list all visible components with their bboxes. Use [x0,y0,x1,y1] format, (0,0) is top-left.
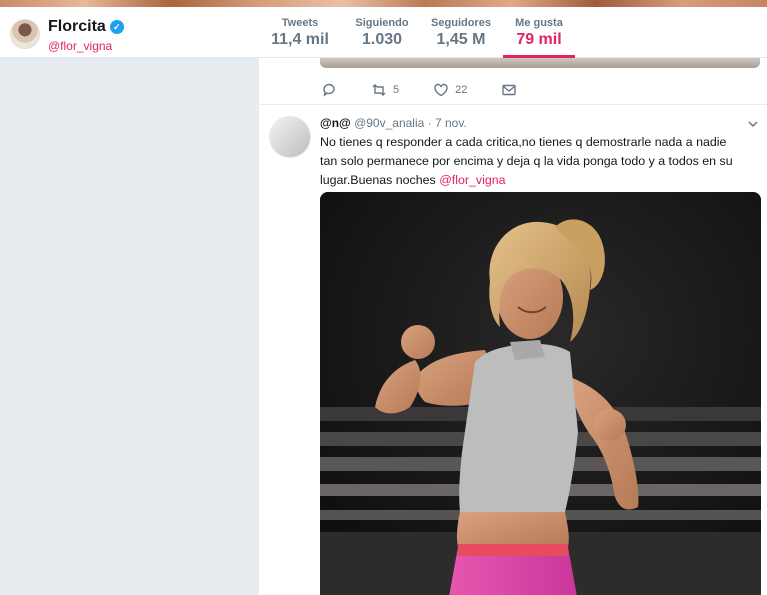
tweet-separator: · [427,116,432,130]
stat-label: Tweets [281,17,319,29]
previous-tweet-actions: 5 22 [321,82,551,98]
like-count: 22 [455,84,468,96]
profile-handle[interactable]: @flor_vigna [48,39,112,53]
stat-value: 11,4 mil [271,31,329,48]
reply-icon [323,83,335,97]
timeline: 5 22 @n@ @90v_analia · 7 nov. No tienes … [259,58,767,595]
tweet-header: @n@ @90v_analia · 7 nov. [320,116,467,130]
tweet-author-handle[interactable]: @90v_analia [354,116,424,130]
stat-tweets[interactable]: Tweets 11,4 mil [270,17,330,49]
stat-value: 1,45 M [436,31,486,48]
retweet-icon [372,84,386,96]
cover-photo-strip [0,0,767,7]
tweet-divider [259,104,767,105]
message-button[interactable] [501,82,517,98]
retweet-count: 5 [393,84,400,96]
stat-followers[interactable]: Seguidores 1,45 M [430,17,492,49]
stat-likes[interactable]: Me gusta 79 mil [510,17,568,49]
profile-avatar[interactable] [10,19,40,49]
stat-value: 79 mil [516,31,562,48]
like-button[interactable]: 22 [433,82,467,98]
profile-name[interactable]: Florcita [48,18,106,36]
profile-header: Florcita ✓ @flor_vigna Tweets 11,4 mil S… [0,7,767,58]
tweet-date[interactable]: 7 nov. [435,116,467,130]
photo-of-dancer [320,192,761,595]
previous-tweet-media[interactable] [320,58,760,68]
retweet-button[interactable]: 5 [371,82,399,98]
stat-label: Me gusta [515,17,563,29]
message-icon [502,84,517,96]
stat-value: 1.030 [361,31,403,48]
stat-label: Siguiendo [355,17,409,29]
stat-label: Seguidores [431,17,491,29]
tweet-photo[interactable] [320,192,761,595]
tweet-mention[interactable]: @flor_vigna [439,173,505,187]
tweet-text: No tienes q responder a cada critica,no … [320,133,740,190]
stat-following[interactable]: Siguiendo 1.030 [351,17,413,49]
reply-button[interactable] [321,82,337,98]
like-icon [434,83,448,97]
chevron-down-icon[interactable] [747,118,759,130]
left-sidebar [0,58,259,595]
verified-badge-icon: ✓ [109,20,124,34]
tweet-author-avatar[interactable] [269,116,311,158]
tweet-body: No tienes q responder a cada critica,no … [320,135,733,187]
profile-name-row: Florcita ✓ [48,18,124,36]
tweet-author-name[interactable]: @n@ [320,116,351,130]
